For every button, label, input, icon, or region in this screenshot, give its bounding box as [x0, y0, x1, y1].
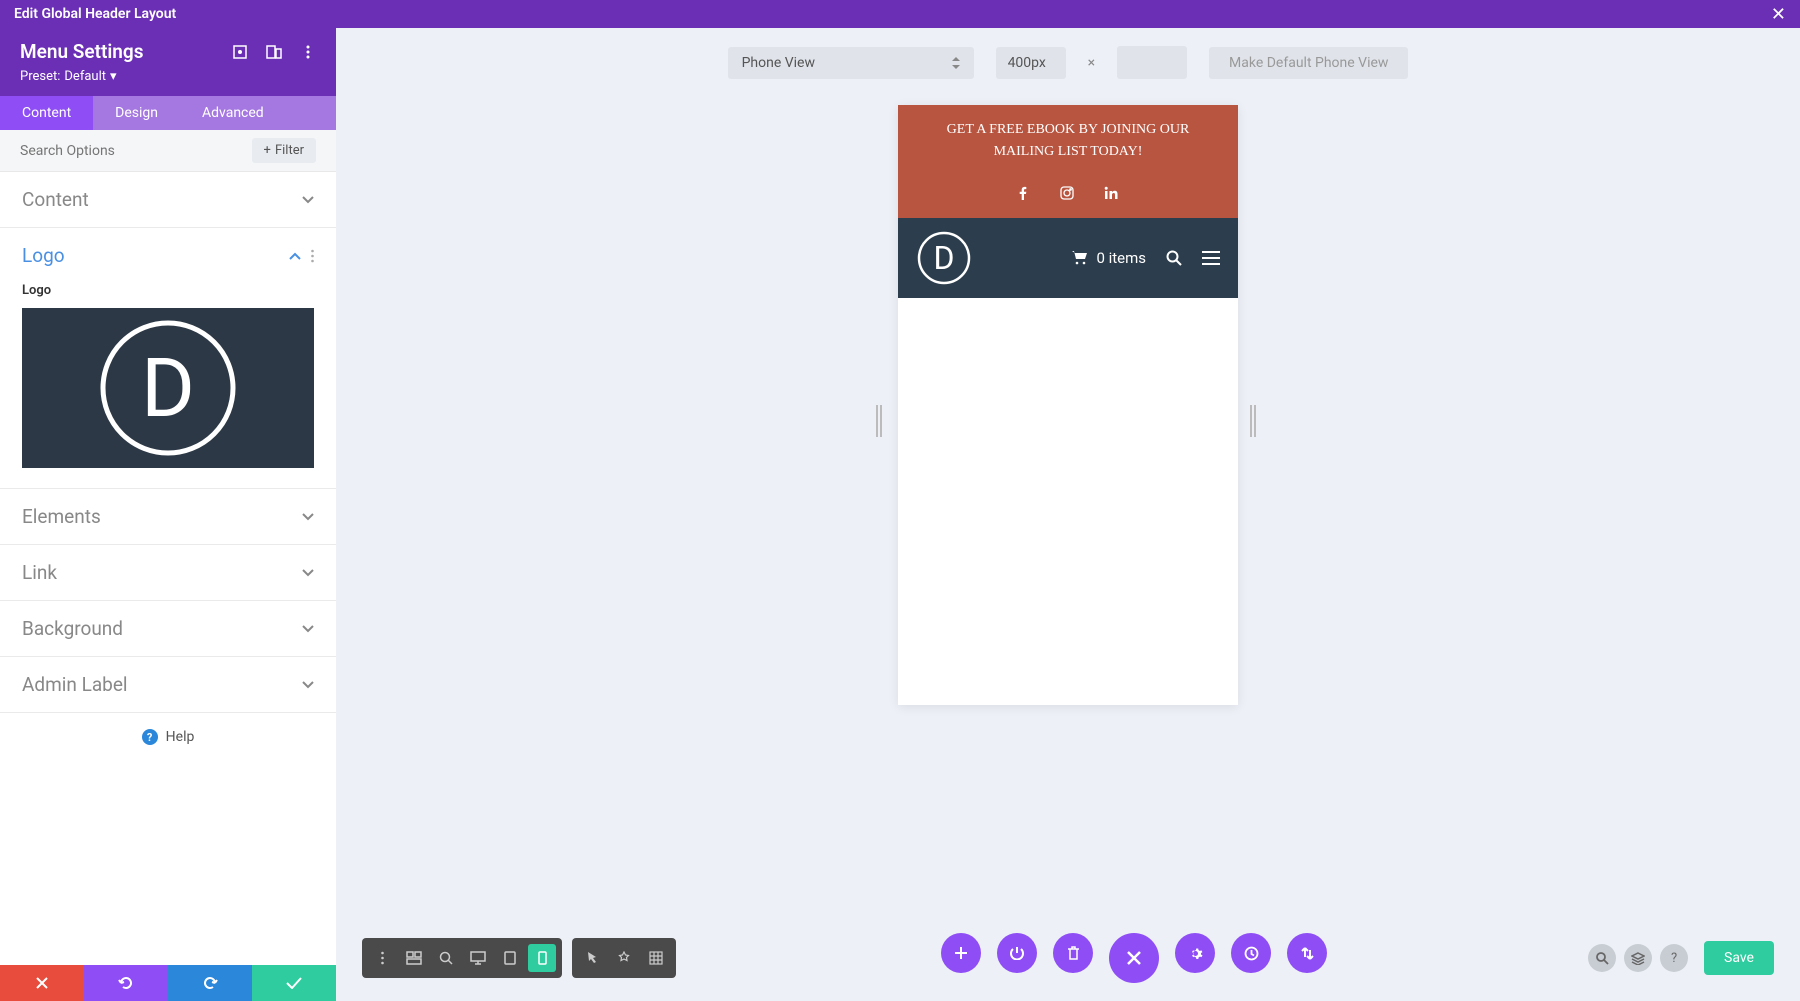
instagram-icon[interactable] [1060, 186, 1076, 202]
redo-button[interactable] [168, 965, 252, 1001]
social-row [898, 178, 1238, 218]
cart-link[interactable]: 0 items [1071, 249, 1146, 267]
help-circle-icon[interactable]: ? [1660, 944, 1688, 972]
toolbar-dark-left [362, 938, 562, 978]
chevron-down-icon [302, 681, 314, 689]
device-select[interactable]: Phone View [728, 47, 974, 79]
linkedin-icon[interactable] [1104, 186, 1120, 202]
section-logo: Logo Logo D [0, 228, 336, 489]
wireframe-icon[interactable] [400, 944, 428, 972]
nav-logo[interactable]: D [916, 230, 972, 286]
power-button[interactable] [997, 933, 1037, 973]
chevron-down-icon [302, 196, 314, 204]
section-header-background[interactable]: Background [0, 601, 336, 656]
size-separator: × [1088, 55, 1095, 71]
tab-content[interactable]: Content [0, 96, 93, 130]
menu-header: Menu Settings Preset: Default ▾ [0, 28, 336, 96]
section-admin-label: Admin Label [0, 657, 336, 713]
portability-button[interactable] [1287, 933, 1327, 973]
promo-banner: GET A FREE EBOOK BY JOINING OUR MAILING … [898, 105, 1238, 178]
layers-icon[interactable] [1624, 944, 1652, 972]
hover-icon[interactable] [232, 44, 248, 60]
device-controls: Phone View × Make Default Phone View [336, 28, 1800, 105]
chevron-up-icon [289, 252, 301, 260]
phone-preview: GET A FREE EBOOK BY JOINING OUR MAILING … [898, 105, 1238, 705]
bottom-toolbar: ? Save [362, 933, 1774, 983]
chevron-down-icon [302, 569, 314, 577]
tablet-icon[interactable] [496, 944, 524, 972]
section-background: Background [0, 601, 336, 657]
help-link[interactable]: ? Help [0, 713, 336, 761]
canvas-area: Phone View × Make Default Phone View GET… [336, 28, 1800, 1001]
responsive-icon[interactable] [266, 44, 282, 60]
cart-icon [1071, 250, 1088, 265]
desktop-icon[interactable] [464, 944, 492, 972]
section-header-link[interactable]: Link [0, 545, 336, 600]
height-input[interactable] [1117, 46, 1187, 79]
toolbar-dark-right [572, 938, 676, 978]
click-icon[interactable] [578, 944, 606, 972]
grid-icon[interactable] [642, 944, 670, 972]
tabs: Content Design Advanced [0, 96, 336, 130]
purple-circles [941, 933, 1327, 983]
search-input[interactable] [20, 143, 252, 159]
make-default-button[interactable]: Make Default Phone View [1209, 47, 1408, 79]
add-button[interactable] [941, 933, 981, 973]
save-main-button[interactable]: Save [1704, 941, 1774, 975]
select-arrows-icon [952, 57, 960, 69]
cancel-button[interactable] [0, 965, 84, 1001]
plus-icon: + [264, 143, 271, 158]
top-bar-title: Edit Global Header Layout [14, 6, 176, 22]
sections-list: Content Logo Logo D Element [0, 172, 336, 965]
more-icon[interactable] [368, 944, 396, 972]
svg-text:D: D [141, 341, 195, 437]
resize-handle-left[interactable] [876, 405, 886, 437]
menu-title: Menu Settings [20, 40, 144, 63]
bottom-actions [0, 965, 336, 1001]
section-header-elements[interactable]: Elements [0, 489, 336, 544]
nav-bar: D 0 items [898, 218, 1238, 298]
chevron-down-icon [302, 625, 314, 633]
logo-preview[interactable]: D [22, 308, 314, 468]
save-button[interactable] [252, 965, 336, 1001]
section-header-logo[interactable]: Logo [0, 228, 336, 283]
section-elements: Elements [0, 489, 336, 545]
logo-field-label: Logo [22, 283, 314, 298]
trash-button[interactable] [1053, 933, 1093, 973]
more-icon[interactable] [311, 249, 314, 263]
top-bar: Edit Global Header Layout ✕ [0, 0, 1800, 28]
undo-button[interactable] [84, 965, 168, 1001]
section-header-content[interactable]: Content [0, 172, 336, 227]
section-content: Content [0, 172, 336, 228]
search-circle-icon[interactable] [1588, 944, 1616, 972]
svg-text:D: D [934, 239, 955, 277]
section-link: Link [0, 545, 336, 601]
preset-selector[interactable]: Preset: Default ▾ [20, 69, 316, 84]
history-button[interactable] [1231, 933, 1271, 973]
search-icon[interactable] [1166, 250, 1182, 266]
sidebar: Menu Settings Preset: Default ▾ Content … [0, 28, 336, 1001]
search-row: + Filter [0, 130, 336, 172]
hover-mode-icon[interactable] [610, 944, 638, 972]
section-header-admin-label[interactable]: Admin Label [0, 657, 336, 712]
tab-advanced[interactable]: Advanced [180, 96, 286, 130]
phone-icon[interactable] [528, 944, 556, 972]
hamburger-icon[interactable] [1202, 251, 1220, 265]
filter-button[interactable]: + Filter [252, 138, 316, 163]
help-icon: ? [142, 729, 158, 745]
more-icon[interactable] [300, 44, 316, 60]
chevron-down-icon [302, 513, 314, 521]
close-button[interactable] [1109, 933, 1159, 983]
close-icon[interactable]: ✕ [1771, 4, 1786, 25]
chevron-down-icon: ▾ [110, 69, 117, 84]
width-input[interactable] [996, 47, 1066, 79]
zoom-icon[interactable] [432, 944, 460, 972]
tab-design[interactable]: Design [93, 96, 180, 130]
resize-handle-right[interactable] [1250, 405, 1260, 437]
settings-button[interactable] [1175, 933, 1215, 973]
facebook-icon[interactable] [1016, 186, 1032, 202]
